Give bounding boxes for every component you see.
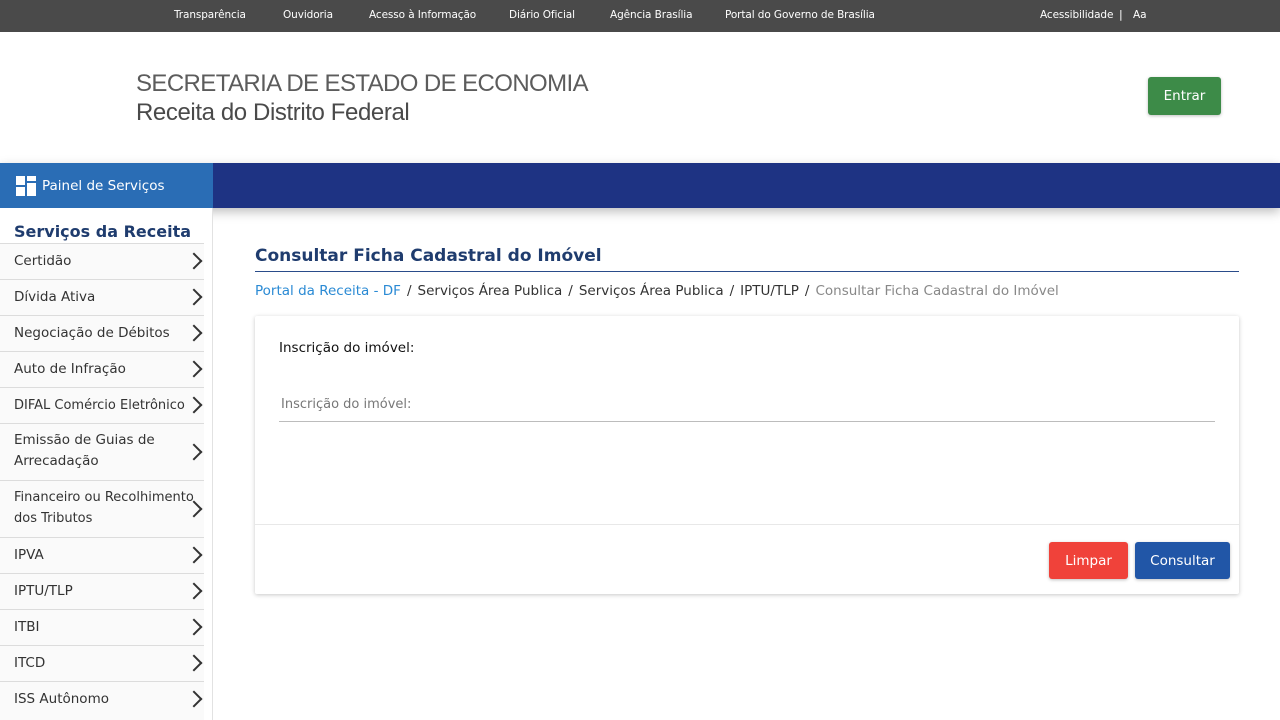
gov-topbar: Transparência Ouvidoria Acesso à Informa… <box>0 0 1280 32</box>
brand-secretaria: SECRETARIA DE ESTADO DE ECONOMIA <box>136 70 589 97</box>
clear-button[interactable]: Limpar <box>1049 542 1128 579</box>
topbar-link-ouvidoria[interactable]: Ouvidoria <box>283 9 333 21</box>
breadcrumb: Portal da Receita - DF / Serviços Área Pub… <box>255 283 1059 299</box>
sidebar-item-label: Auto de Infração <box>14 361 126 377</box>
sidebar-item-negociacao-debitos[interactable]: Negociação de Débitos <box>0 315 204 351</box>
breadcrumb-separator: / <box>804 283 810 299</box>
sidebar-item-label: ITCD <box>14 655 46 671</box>
sidebar-item-label: IPVA <box>14 547 44 563</box>
sidebar-item-emissao-guias[interactable]: Emissão de Guias de Arrecadação <box>0 423 204 480</box>
grid-icon <box>16 175 36 196</box>
topbar-link-agencia-brasilia[interactable]: Agência Brasília <box>610 9 693 21</box>
breadcrumb-separator: / <box>568 283 573 299</box>
sidebar-item-ipva[interactable]: IPVA <box>0 537 204 573</box>
title-divider <box>255 271 1239 272</box>
inscricao-input[interactable] <box>279 388 1215 422</box>
topbar-link-transparencia[interactable]: Transparência <box>174 9 246 21</box>
inscricao-label: Inscrição do imóvel: <box>279 340 415 356</box>
services-panel-button[interactable]: Painel de Serviços <box>0 163 213 208</box>
sidebar-item-label: Certidão <box>14 253 72 269</box>
sidebar-item-label: Emissão de Guias de Arrecadação <box>14 432 155 469</box>
sidebar-item-iptu-tlp[interactable]: IPTU/TLP <box>0 573 204 609</box>
sidebar-item-label: ITBI <box>14 619 40 635</box>
site-header: SECRETARIA DE ESTADO DE ECONOMIA Receita… <box>0 32 1280 163</box>
login-button[interactable]: Entrar <box>1148 77 1221 115</box>
sidebar-item-auto-infracao[interactable]: Auto de Infração <box>0 351 204 387</box>
sidebar-title: Serviços da Receita <box>14 222 192 241</box>
sidebar-item-label: DIFAL Comércio Eletrônico <box>14 398 185 413</box>
topbar-link-diario-oficial[interactable]: Diário Oficial <box>509 9 575 21</box>
topbar-accessibility-link[interactable]: Acessibilidade <box>1040 9 1113 21</box>
submit-button[interactable]: Consultar <box>1135 542 1230 579</box>
sidebar-item-label: ISS Autônomo <box>14 691 109 707</box>
sidebar-item-itcd[interactable]: ITCD <box>0 645 204 681</box>
services-band: Painel de Serviços <box>0 163 1280 208</box>
sidebar-item-divida-ativa[interactable]: Dívida Ativa <box>0 279 204 315</box>
sidebar-item-label: Dívida Ativa <box>14 289 96 305</box>
font-size-toggle[interactable]: Aa <box>1133 9 1147 21</box>
topbar-separator: | <box>1119 8 1123 21</box>
sidebar-item-financeiro[interactable]: Financeiro ou Recolhimento dos Tributos <box>0 480 204 537</box>
brand-receita: Receita do Distrito Federal <box>136 99 410 126</box>
breadcrumb-item: IPTU/TLP <box>740 283 799 299</box>
breadcrumb-item: Serviços Área Publica <box>417 283 563 299</box>
breadcrumb-item: Serviços Área Publica <box>578 283 724 299</box>
breadcrumb-link-portal[interactable]: Portal da Receita - DF <box>255 283 401 299</box>
topbar-link-acesso-informacao[interactable]: Acesso à Informação <box>369 9 476 21</box>
sidebar-item-itbi[interactable]: ITBI <box>0 609 204 645</box>
sidebar-item-label: Negociação de Débitos <box>14 325 170 341</box>
query-form-card: Inscrição do imóvel: Limpar Consultar <box>255 316 1239 594</box>
page-title: Consultar Ficha Cadastral do Imóvel <box>255 246 602 266</box>
breadcrumb-current: Consultar Ficha Cadastral do Imóvel <box>815 283 1059 299</box>
form-actions: Limpar Consultar <box>255 524 1239 594</box>
breadcrumb-separator: / <box>729 283 735 299</box>
topbar-link-portal-governo[interactable]: Portal do Governo de Brasília <box>725 9 875 21</box>
sidebar-item-iss-autonomo[interactable]: ISS Autônomo <box>0 681 204 720</box>
services-panel-label: Painel de Serviços <box>42 177 165 194</box>
sidebar-item-label: IPTU/TLP <box>14 583 73 599</box>
sidebar-item-label: Financeiro ou Recolhimento dos Tributos <box>14 490 194 526</box>
sidebar-item-difal[interactable]: DIFAL Comércio Eletrônico <box>0 387 204 423</box>
breadcrumb-separator: / <box>406 283 412 299</box>
chevron-right-icon <box>185 443 203 461</box>
sidebar: Serviços da Receita Certidão Dívida Ativ… <box>0 208 213 720</box>
sidebar-item-certidao[interactable]: Certidão <box>0 243 204 279</box>
